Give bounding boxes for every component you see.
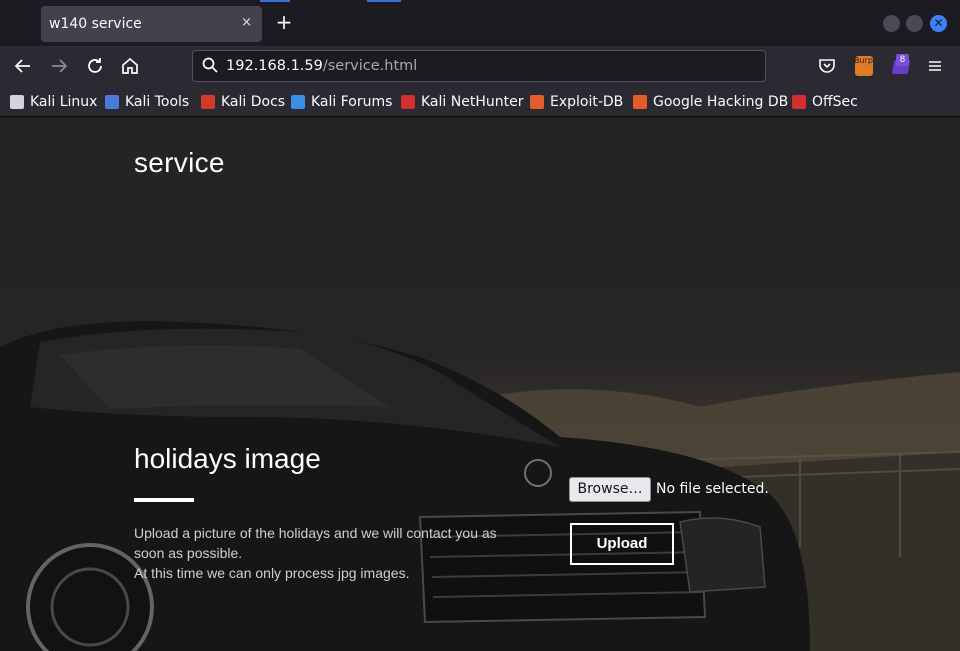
- burp-extension-icon[interactable]: Burp: [852, 54, 876, 78]
- extension-badge-icon[interactable]: 8: [889, 54, 913, 78]
- kali-dragon-icon: [10, 95, 24, 109]
- search-icon: [202, 57, 218, 73]
- bookmark-item[interactable]: Exploit-DB: [530, 93, 623, 111]
- minimize-button[interactable]: [883, 15, 900, 32]
- back-button[interactable]: [11, 54, 35, 78]
- exploit-db-icon: [530, 95, 544, 109]
- tab-accent-line: [367, 0, 401, 2]
- bookmark-item[interactable]: Kali Forums: [291, 93, 392, 111]
- bookmark-label: Kali Forums: [311, 94, 393, 110]
- pocket-icon[interactable]: [815, 54, 839, 78]
- bookmark-item[interactable]: Kali Tools: [105, 93, 189, 111]
- tab-active[interactable]: w140 service ×: [41, 6, 262, 42]
- section-title: holidays image: [134, 443, 321, 474]
- window-close-button[interactable]: ✕: [930, 15, 947, 32]
- description: Upload a picture of the holidays and we …: [134, 523, 524, 583]
- maximize-button[interactable]: [906, 15, 923, 32]
- back-arrow-icon: [14, 59, 30, 73]
- url-host: 192.168.1.59: [226, 58, 323, 74]
- new-tab-button[interactable]: +: [272, 10, 296, 34]
- bookmark-item[interactable]: Google Hacking DB: [633, 93, 788, 111]
- url-text: 192.168.1.59/service.html: [226, 58, 417, 74]
- description-line: Upload a picture of the holidays and we …: [134, 525, 497, 541]
- bookmark-item[interactable]: OffSec: [792, 93, 858, 111]
- bookmark-label: Kali NetHunter: [421, 94, 524, 110]
- ghdb-icon: [633, 95, 647, 109]
- tab-strip: w140 service × + ✕: [0, 0, 960, 46]
- forward-arrow-icon: [52, 59, 68, 73]
- section-divider: [134, 498, 194, 502]
- description-line: soon as possible.: [134, 545, 243, 561]
- bookmark-item[interactable]: Kali Docs: [201, 93, 285, 111]
- bookmarks-toolbar: Kali Linux Kali Tools Kali Docs Kali Forums…: [0, 86, 960, 117]
- burp-label: Burp: [854, 56, 873, 65]
- site-title: service: [134, 147, 225, 178]
- offsec-icon: [792, 95, 806, 109]
- bookmark-item[interactable]: Kali Linux: [10, 93, 97, 111]
- bookmark-label: Exploit-DB: [550, 94, 624, 110]
- home-icon: [122, 57, 138, 74]
- kali-docs-icon: [201, 95, 215, 109]
- file-status: No file selected.: [656, 481, 769, 497]
- reload-button[interactable]: [83, 54, 107, 78]
- browse-button[interactable]: Browse…: [569, 477, 651, 502]
- bookmark-item[interactable]: Kali NetHunter: [401, 93, 523, 111]
- bookmark-label: Kali Docs: [221, 94, 286, 110]
- description-line: At this time we can only process jpg ima…: [134, 565, 410, 581]
- navigation-bar: 192.168.1.59/service.html Burp 8: [0, 46, 960, 86]
- bookmark-label: Kali Tools: [125, 94, 190, 110]
- forward-button[interactable]: [47, 54, 71, 78]
- extension-badge-count: 8: [896, 54, 909, 66]
- menu-icon[interactable]: [923, 54, 947, 78]
- kali-tools-icon: [105, 95, 119, 109]
- bookmark-label: Google Hacking DB: [653, 94, 789, 110]
- kali-forums-icon: [291, 95, 305, 109]
- page-content: service holidays image Upload a picture …: [0, 117, 960, 651]
- upload-button[interactable]: Upload: [570, 523, 674, 565]
- url-path: /service.html: [322, 58, 418, 74]
- nethunter-icon: [401, 95, 415, 109]
- bookmark-label: Kali Linux: [30, 94, 98, 110]
- bookmark-label: OffSec: [812, 94, 858, 110]
- url-bar[interactable]: 192.168.1.59/service.html: [192, 50, 766, 82]
- tab-accent-line: [260, 0, 290, 2]
- reload-icon: [88, 58, 102, 73]
- home-button[interactable]: [118, 54, 142, 78]
- tab-close-icon[interactable]: ×: [241, 15, 252, 30]
- tab-title: w140 service: [49, 16, 142, 32]
